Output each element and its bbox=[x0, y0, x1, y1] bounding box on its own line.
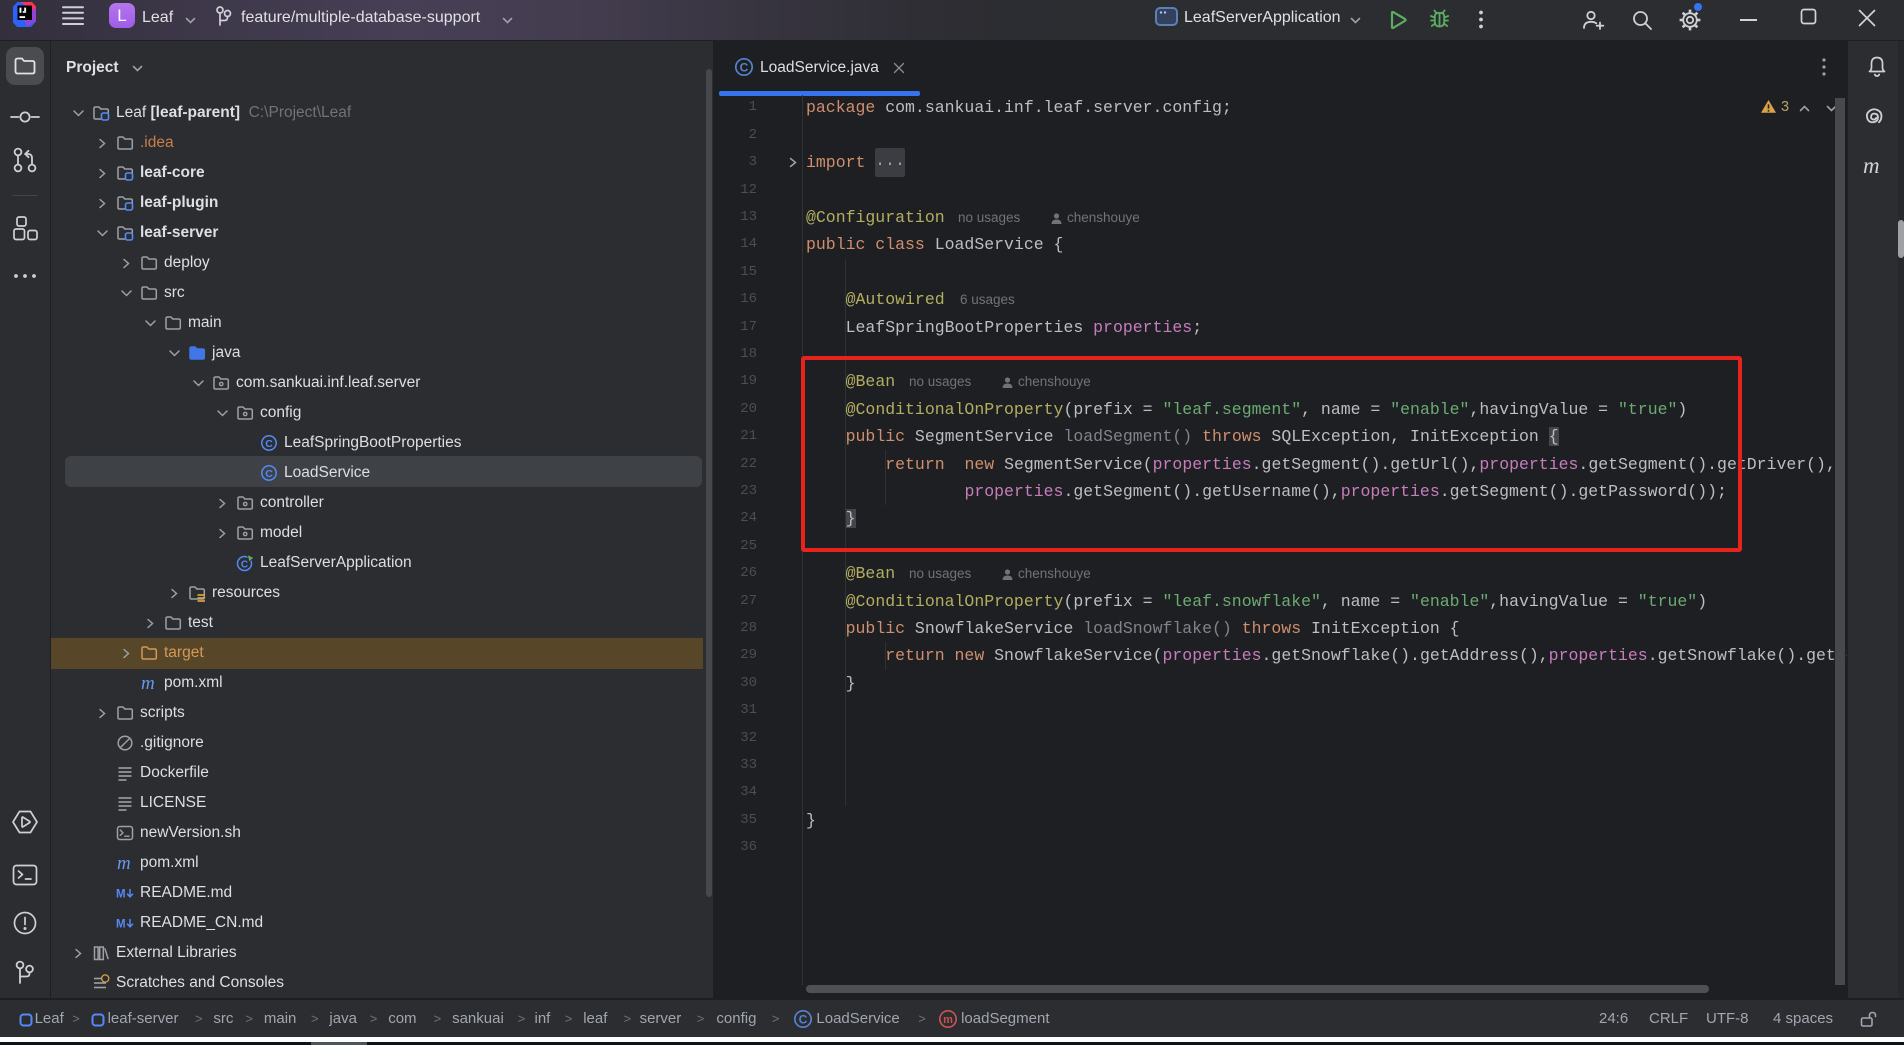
svg-text:M: M bbox=[116, 919, 126, 931]
svg-text:C: C bbox=[241, 559, 248, 570]
svg-text:m: m bbox=[117, 854, 131, 872]
svg-text:C: C bbox=[265, 438, 273, 450]
svg-text:m: m bbox=[141, 674, 155, 692]
svg-text:m: m bbox=[943, 1014, 953, 1026]
svg-text:C: C bbox=[799, 1013, 808, 1027]
svg-text:M: M bbox=[116, 889, 126, 901]
svg-text:C: C bbox=[740, 61, 749, 75]
svg-text:C: C bbox=[265, 468, 273, 480]
